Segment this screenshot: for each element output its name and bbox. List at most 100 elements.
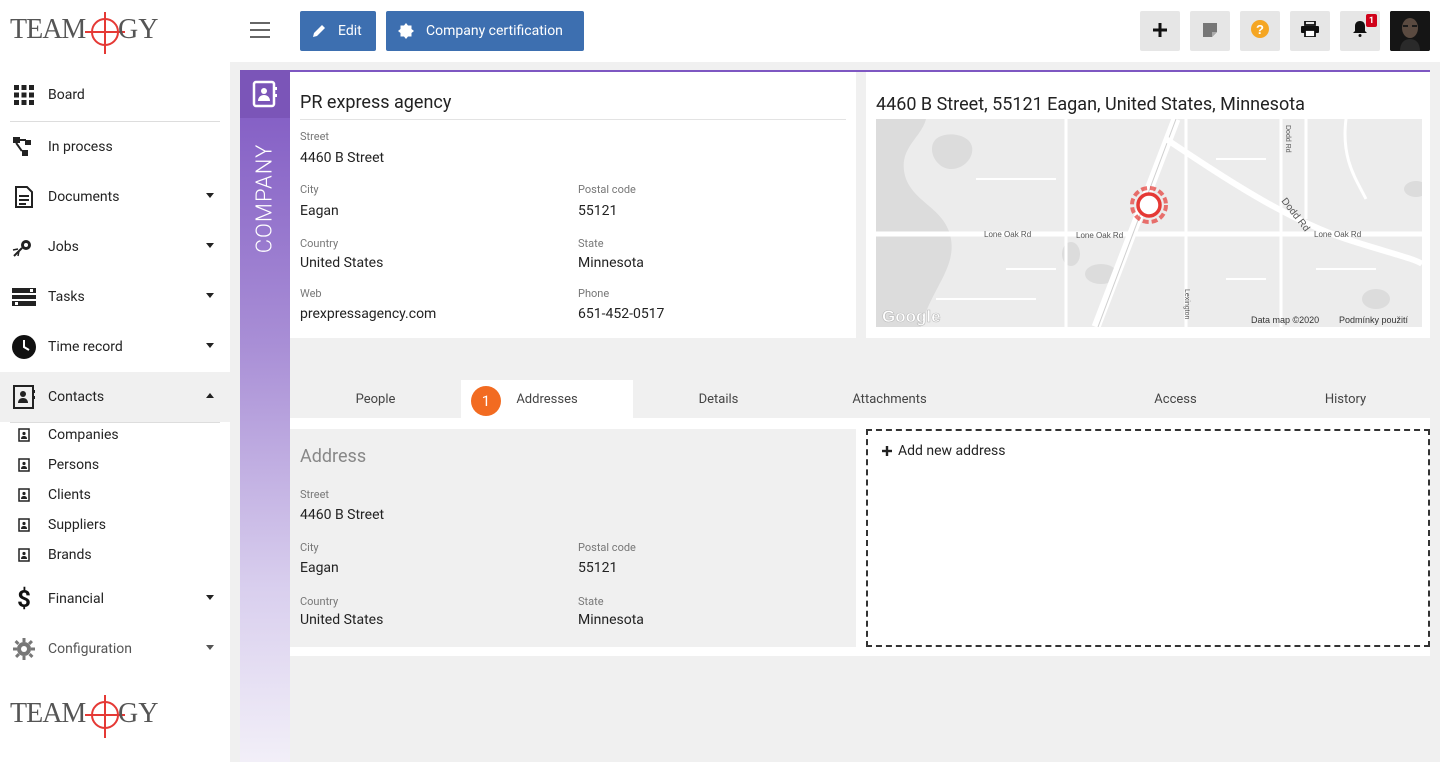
tab-label: Addresses	[516, 391, 578, 407]
nav-tasks-label: Tasks	[48, 289, 85, 305]
country-label: Country	[300, 237, 339, 250]
nav-in-process-label: In process	[48, 139, 113, 155]
road-label: Lexington	[1183, 289, 1190, 319]
nav-in-process[interactable]: In process	[0, 122, 230, 172]
postal-label: Postal code	[578, 183, 636, 196]
nav-configuration[interactable]: Configuration	[0, 624, 230, 674]
tab-label: People	[355, 391, 396, 407]
help-icon: ?	[1251, 20, 1269, 42]
city-label: City	[300, 183, 319, 196]
add-address-button[interactable]: Add new address	[866, 429, 1430, 647]
help-button[interactable]: ?	[1240, 11, 1280, 51]
address-card[interactable]: Address Street 4460 B Street City Eagan …	[290, 429, 856, 647]
city-value: Eagan	[300, 560, 339, 576]
postal-value: 55121	[578, 203, 618, 219]
addresses-panel: Address Street 4460 B Street City Eagan …	[290, 418, 1430, 656]
sidebar-item-persons[interactable]: Persons	[0, 450, 230, 480]
country-value: United States	[300, 612, 384, 628]
map-address-title: 4460 B Street, 55121 Eagan, United State…	[876, 94, 1305, 115]
postal-label: Postal code	[578, 541, 636, 554]
contact-card-icon	[16, 487, 32, 503]
dollar-icon: $	[17, 585, 31, 613]
svg-text:TEAM: TEAM	[10, 14, 86, 45]
contact-card-icon	[16, 457, 32, 473]
menu-icon[interactable]	[250, 22, 270, 38]
teamogy-logo[interactable]: TEAM GY	[10, 8, 160, 60]
nav-jobs-label: Jobs	[48, 239, 79, 255]
nav-financial-label: Financial	[48, 591, 104, 607]
contact-card-icon	[16, 547, 32, 563]
document-icon	[12, 185, 36, 209]
street-value: 4460 B Street	[300, 150, 385, 166]
nav-jobs[interactable]: Jobs	[0, 222, 230, 272]
svg-text:?: ?	[1256, 22, 1264, 37]
nav-board[interactable]: Board	[0, 70, 230, 120]
sidebar-item-label: Brands	[48, 547, 92, 563]
postal-value: 55121	[578, 560, 618, 576]
note-button[interactable]	[1190, 11, 1230, 51]
tab-attachments[interactable]: Attachments	[804, 380, 975, 418]
map-data-credit: Data map ©2020	[1251, 315, 1319, 325]
svg-text:GY: GY	[118, 698, 158, 729]
printer-icon	[1301, 20, 1319, 41]
nav-documents[interactable]: Documents	[0, 172, 230, 222]
edit-button-label: Edit	[338, 23, 362, 39]
chevron-down-icon	[206, 595, 214, 600]
chevron-down-icon	[206, 645, 214, 650]
city-label: City	[300, 541, 319, 554]
tab-addresses[interactable]: 1 Addresses	[461, 380, 633, 418]
tab-history[interactable]: History	[1261, 380, 1430, 418]
map-view[interactable]: Lone Oak Rd Lone Oak Rd Lone Oak Rd Dodd…	[876, 119, 1422, 327]
web-label: Web	[300, 287, 322, 300]
contact-card-icon	[16, 517, 32, 533]
google-logo: Google	[882, 307, 941, 326]
entity-type-label: COMPANY	[252, 143, 278, 253]
grid-icon	[12, 83, 36, 107]
nav-documents-label: Documents	[48, 189, 120, 205]
sidebar-item-companies[interactable]: Companies	[0, 420, 230, 450]
contacts-icon	[12, 385, 36, 409]
notifications-button[interactable]: 1	[1340, 11, 1380, 51]
main-content: COMPANY PR express agency Street 4460 B …	[240, 70, 1430, 762]
tab-access[interactable]: Access	[1090, 380, 1261, 418]
nav-time-record[interactable]: Time record	[0, 322, 230, 372]
address-title: Address	[300, 446, 367, 467]
sticky-note-icon	[1203, 22, 1217, 41]
road-label: Dodd Rd	[1284, 125, 1291, 153]
jobs-icon	[12, 235, 36, 259]
print-button[interactable]	[1290, 11, 1330, 51]
workflow-icon	[12, 135, 36, 159]
company-certification-button[interactable]: Company certification	[386, 11, 584, 51]
road-label: Lone Oak Rd	[984, 230, 1031, 239]
city-value: Eagan	[300, 203, 339, 219]
street-label: Street	[300, 130, 330, 143]
edit-button[interactable]: Edit	[300, 11, 376, 51]
map-terms-link: Podmínky použití	[1339, 315, 1409, 325]
tab-people[interactable]: People	[290, 380, 461, 418]
sidebar-item-clients[interactable]: Clients	[0, 480, 230, 510]
tab-label: Attachments	[852, 391, 927, 407]
chevron-down-icon	[206, 243, 214, 248]
nav-contacts[interactable]: Contacts	[0, 372, 230, 422]
nav-financial[interactable]: $ Financial	[0, 574, 230, 624]
country-value: United States	[300, 255, 384, 271]
web-link[interactable]: prexpressagency.com	[300, 306, 436, 322]
nav-tasks[interactable]: Tasks	[0, 272, 230, 322]
chevron-down-icon	[206, 193, 214, 198]
add-button[interactable]	[1140, 11, 1180, 51]
user-avatar[interactable]	[1390, 11, 1430, 51]
svg-text:TEAM: TEAM	[10, 698, 86, 729]
contact-card-icon	[16, 427, 32, 443]
phone-label: Phone	[578, 287, 610, 300]
sidebar-item-brands[interactable]: Brands	[0, 540, 230, 570]
sidebar-item-label: Companies	[48, 427, 119, 443]
teamogy-footer-logo: TEAM GY	[10, 695, 158, 738]
sidebar: TEAM GY Board In process Documents Jobs	[0, 0, 230, 762]
tab-details[interactable]: Details	[633, 380, 804, 418]
tab-label: Details	[698, 391, 739, 407]
phone-value[interactable]: 651-452-0517	[578, 306, 664, 322]
sidebar-item-suppliers[interactable]: Suppliers	[0, 510, 230, 540]
nav-board-label: Board	[48, 87, 85, 103]
chevron-down-icon	[206, 343, 214, 348]
chevron-up-icon	[206, 393, 214, 398]
